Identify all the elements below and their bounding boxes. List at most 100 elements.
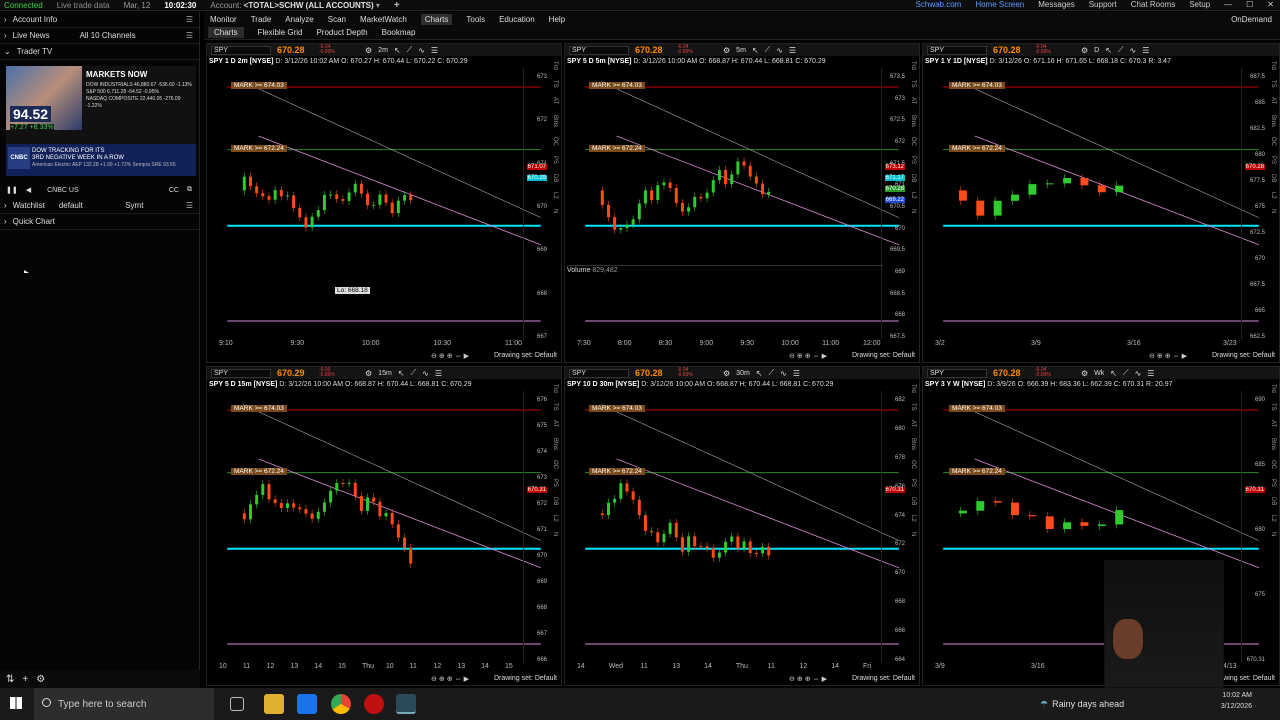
side-tab[interactable]: N xyxy=(1270,209,1276,213)
symbol-input[interactable]: SPY xyxy=(211,45,271,55)
side-tab[interactable]: AT xyxy=(910,97,916,104)
schwab-link[interactable]: Schwab.com xyxy=(916,0,962,9)
menu-icon[interactable]: ☰ xyxy=(186,31,193,40)
side-tab[interactable]: OC xyxy=(552,460,558,469)
drawing-set[interactable]: Drawing set: Default xyxy=(852,675,915,682)
side-tab[interactable]: Btns xyxy=(910,115,916,127)
windows-start-icon[interactable] xyxy=(10,697,22,709)
menu-icon[interactable]: ☰ xyxy=(1147,369,1154,378)
cursor-icon[interactable]: ↖ xyxy=(752,46,759,55)
symbol-input[interactable]: SPY xyxy=(569,45,629,55)
side-tab[interactable]: Btns xyxy=(552,115,558,127)
account-info-row[interactable]: › Account Info ☰ xyxy=(0,12,199,28)
drawing-set[interactable]: Drawing set: Default xyxy=(494,675,557,682)
watchlist-row[interactable]: › Watchlist default Symt ☰ xyxy=(0,198,199,214)
chart-panel[interactable]: SPY 670.28 -6.04 -0.89% ⚙ Wk ↖ ⟋ ∿ ☰ SPY … xyxy=(922,366,1280,686)
toggle-icon[interactable]: ⇅ xyxy=(6,674,14,685)
side-tab[interactable]: Btns xyxy=(552,438,558,450)
side-tab[interactable]: DB xyxy=(1270,174,1276,182)
support-link[interactable]: Support xyxy=(1089,0,1117,9)
drawing-set[interactable]: Drawing set: Default xyxy=(1212,352,1275,359)
quick-chart-row[interactable]: › Quick Chart xyxy=(0,214,199,230)
drawing-set[interactable]: Drawing set: Default xyxy=(852,352,915,359)
drawing-icon[interactable]: ⟋ xyxy=(407,45,413,55)
drawing-set[interactable]: Drawing set: Default xyxy=(494,352,557,359)
side-tab[interactable]: Trd xyxy=(552,61,558,70)
symbol-input[interactable]: SPY xyxy=(211,368,271,378)
side-tab[interactable]: N xyxy=(1270,532,1276,536)
drawing-icon[interactable]: ⟋ xyxy=(411,368,417,378)
store-icon[interactable] xyxy=(297,694,317,714)
price-plot[interactable] xyxy=(565,391,919,663)
timeframe-button[interactable]: D xyxy=(1094,47,1099,54)
price-alert-mark[interactable]: MARK >= 672.24 xyxy=(949,144,1005,152)
side-tab[interactable]: TS xyxy=(910,80,916,88)
menu-icon[interactable]: ☰ xyxy=(431,46,438,55)
nav-analyze[interactable]: Analyze xyxy=(285,15,313,24)
price-plot[interactable] xyxy=(207,68,561,340)
price-alert-mark[interactable]: MARK >= 672.24 xyxy=(949,467,1005,475)
side-tab[interactable]: PS xyxy=(910,156,916,164)
side-tab[interactable]: N xyxy=(552,532,558,536)
chart-panel[interactable]: SPY 670.28 -6.04 -0.89% ⚙ 2m ↖ ⟋ ∿ ☰ SPY … xyxy=(206,43,562,363)
studies-icon[interactable]: ∿ xyxy=(422,369,429,378)
side-tab[interactable]: AT xyxy=(552,420,558,427)
chart-panel[interactable]: SPY 670.28 -6.04 -0.89% ⚙ 30m ↖ ⟋ ∿ ☰ SPY… xyxy=(564,366,920,686)
chart-panel[interactable]: SPY 670.28 -6.04 -0.89% ⚙ D ↖ ⟋ ∿ ☰ SPY 1… xyxy=(922,43,1280,363)
side-tab[interactable]: OC xyxy=(552,137,558,146)
gear-icon[interactable]: ⚙ xyxy=(365,369,372,378)
gear-icon[interactable]: ⚙ xyxy=(36,674,45,685)
studies-icon[interactable]: ∿ xyxy=(780,369,787,378)
zoom-controls[interactable]: ⊖⊕⊕⇔▶ xyxy=(789,352,829,360)
price-alert-mark[interactable]: MARK >= 672.24 xyxy=(589,467,645,475)
price-alert-mark[interactable]: MARK >= 674.03 xyxy=(949,81,1005,89)
maximize-button[interactable]: ☐ xyxy=(1246,0,1253,9)
side-tab[interactable]: PS xyxy=(1270,479,1276,487)
channels-dropdown[interactable]: All 10 Channels xyxy=(80,31,136,40)
studies-icon[interactable]: ∿ xyxy=(776,46,783,55)
nav-scan[interactable]: Scan xyxy=(328,15,346,24)
gear-icon[interactable]: ⚙ xyxy=(1081,369,1088,378)
side-tab[interactable]: TS xyxy=(1270,403,1276,411)
side-tab[interactable]: DB xyxy=(910,497,916,505)
side-tab[interactable]: AT xyxy=(910,420,916,427)
side-tab[interactable]: Trd xyxy=(910,61,916,70)
messages-link[interactable]: Messages xyxy=(1038,0,1074,9)
side-tab[interactable]: DB xyxy=(910,174,916,182)
side-tab[interactable]: PS xyxy=(552,479,558,487)
price-plot[interactable] xyxy=(923,68,1279,340)
gear-icon[interactable]: ⚙ xyxy=(723,369,730,378)
timeframe-button[interactable]: 2m xyxy=(378,47,388,54)
timeframe-button[interactable]: 5m xyxy=(736,47,746,54)
price-alert-mark[interactable]: MARK >= 674.03 xyxy=(231,81,287,89)
side-tab[interactable]: L2 xyxy=(910,192,916,199)
price-alert-mark[interactable]: MARK >= 672.24 xyxy=(231,144,287,152)
side-tab[interactable]: L2 xyxy=(552,192,558,199)
drawing-icon[interactable]: ⟋ xyxy=(1118,45,1124,55)
symbol-input[interactable]: SPY xyxy=(569,368,629,378)
side-tab[interactable]: AT xyxy=(552,97,558,104)
side-tab[interactable]: L2 xyxy=(1270,192,1276,199)
price-plot[interactable] xyxy=(565,68,919,340)
nav-trade[interactable]: Trade xyxy=(251,15,272,24)
side-tab[interactable]: TS xyxy=(910,403,916,411)
volume-icon[interactable]: ◀ xyxy=(26,186,31,194)
side-tab[interactable]: DB xyxy=(552,497,558,505)
channel-select[interactable]: CNBC US xyxy=(47,187,79,194)
gear-icon[interactable]: ⚙ xyxy=(365,46,372,55)
price-alert-mark[interactable]: MARK >= 674.03 xyxy=(949,404,1005,412)
side-tab[interactable]: N xyxy=(910,209,916,213)
price-plot[interactable] xyxy=(923,391,1279,663)
price-alert-mark[interactable]: MARK >= 674.03 xyxy=(589,404,645,412)
side-tab[interactable]: TS xyxy=(552,403,558,411)
menu-icon[interactable]: ☰ xyxy=(789,46,796,55)
timeframe-button[interactable]: 15m xyxy=(378,370,392,377)
clock[interactable]: 10:02 AM 3/12/2026 xyxy=(1221,690,1252,712)
cursor-icon[interactable]: ↖ xyxy=(756,369,763,378)
nav-education[interactable]: Education xyxy=(499,15,535,24)
nav-help[interactable]: Help xyxy=(549,15,565,24)
taskbar-search[interactable]: Type here to search xyxy=(34,688,214,720)
expand-icon[interactable]: ⧉ xyxy=(187,186,192,194)
add-icon[interactable]: + xyxy=(394,0,400,11)
side-tab[interactable]: TS xyxy=(552,80,558,88)
